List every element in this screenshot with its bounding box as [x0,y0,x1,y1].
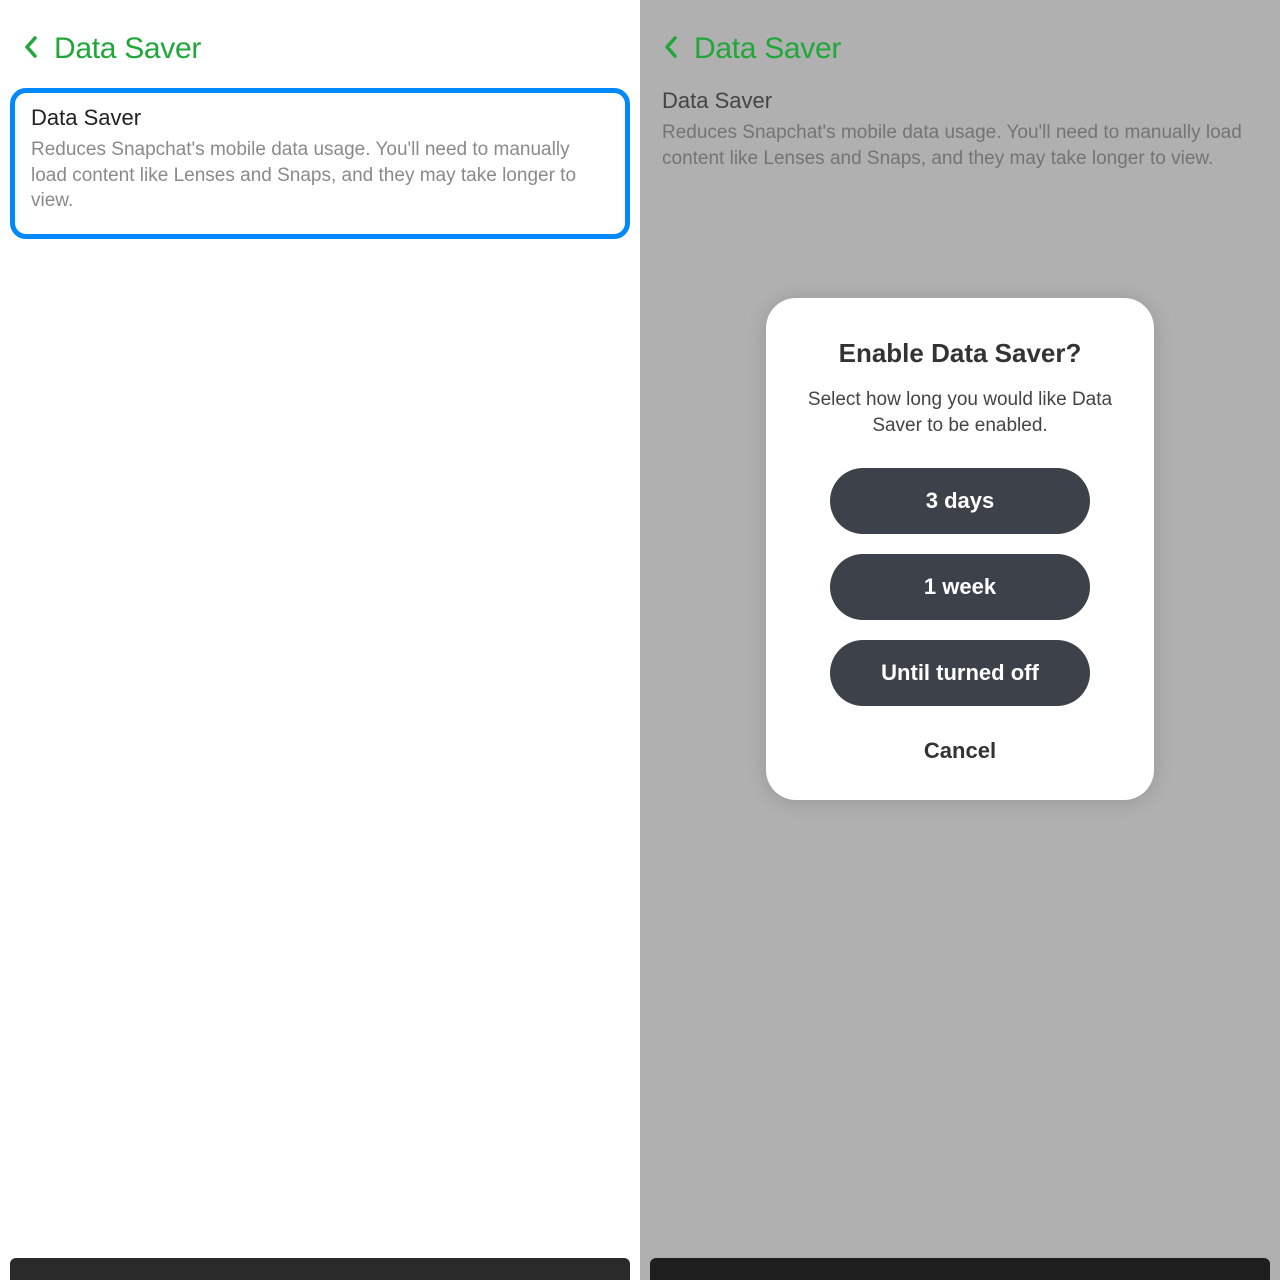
page-title: Data Saver [694,32,841,66]
setting-description: Reduces Snapchat's mobile data usage. Yo… [31,137,609,214]
bottom-bar [650,1258,1270,1280]
cancel-button[interactable]: Cancel [924,730,996,772]
setting-title: Data Saver [662,88,1258,114]
option-until-off-button[interactable]: Until turned off [830,640,1090,706]
modal-options: 3 days 1 week Until turned off [798,468,1122,706]
setting-title: Data Saver [31,105,609,131]
data-saver-row[interactable]: Data Saver Reduces Snapchat's mobile dat… [10,88,630,239]
page-title: Data Saver [54,32,201,66]
back-button[interactable] [20,38,42,60]
modal-subtitle: Select how long you would like Data Save… [798,387,1122,438]
data-saver-row[interactable]: Data Saver Reduces Snapchat's mobile dat… [662,88,1258,171]
header: Data Saver [0,0,640,82]
right-screen: Data Saver Data Saver Reduces Snapchat's… [640,0,1280,1280]
setting-card: Data Saver Reduces Snapchat's mobile dat… [640,82,1280,171]
enable-data-saver-modal: Enable Data Saver? Select how long you w… [766,298,1154,800]
header: Data Saver [640,0,1280,82]
option-3-days-button[interactable]: 3 days [830,468,1090,534]
chevron-left-icon [664,36,678,63]
setting-description: Reduces Snapchat's mobile data usage. Yo… [662,120,1258,171]
left-screen: Data Saver Data Saver Reduces Snapchat's… [0,0,640,1280]
option-1-week-button[interactable]: 1 week [830,554,1090,620]
bottom-bar [10,1258,630,1280]
modal-title: Enable Data Saver? [798,338,1122,369]
back-button[interactable] [660,38,682,60]
highlighted-setting-card: Data Saver Reduces Snapchat's mobile dat… [10,88,630,239]
chevron-left-icon [24,36,38,63]
